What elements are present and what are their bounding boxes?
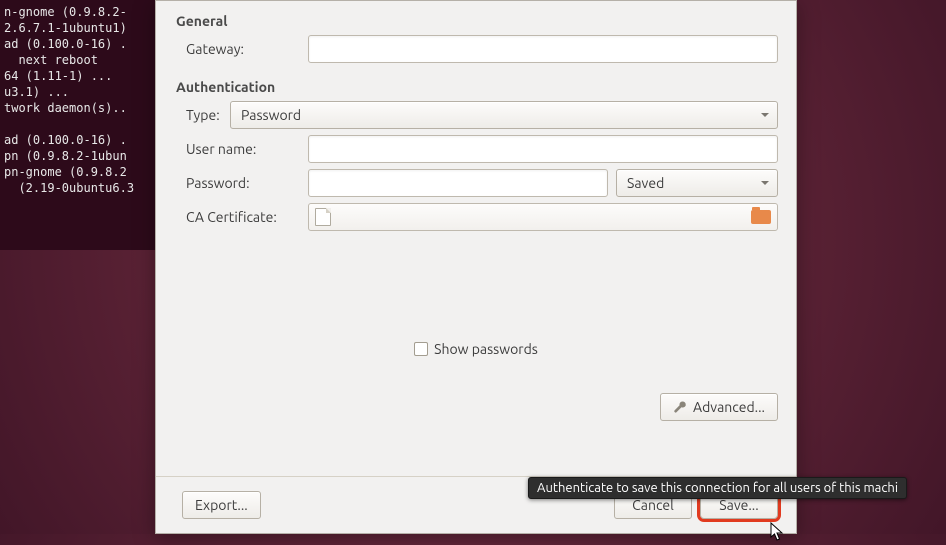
auth-type-combo[interactable]: Password xyxy=(230,101,778,129)
dialog-body: General Gateway: Authentication Type: Pa… xyxy=(156,1,796,476)
show-passwords-label: Show passwords xyxy=(434,341,538,357)
file-icon xyxy=(315,208,331,226)
row-cacert: CA Certificate: xyxy=(174,203,778,231)
section-title-auth: Authentication xyxy=(176,79,778,95)
terminal-fragment: n-gnome (0.9.8.2- 2.6.7.1-1ubuntu1) ad (… xyxy=(0,0,162,250)
gateway-input[interactable] xyxy=(308,35,778,63)
section-title-general: General xyxy=(176,13,778,29)
password-store-combo[interactable]: Saved xyxy=(616,169,778,197)
auth-type-value: Password xyxy=(241,107,301,123)
folder-open-icon xyxy=(751,210,771,224)
username-input[interactable] xyxy=(308,135,778,163)
mouse-cursor-icon xyxy=(770,522,786,542)
export-button[interactable]: Export... xyxy=(182,491,261,519)
username-label: User name: xyxy=(186,141,308,157)
type-label: Type: xyxy=(186,107,230,123)
wrench-icon xyxy=(673,400,687,414)
save-label: Save... xyxy=(719,497,758,513)
cacert-label: CA Certificate: xyxy=(186,209,308,225)
row-username: User name: xyxy=(174,135,778,163)
tooltip: Authenticate to save this connection for… xyxy=(528,477,907,499)
chevron-down-icon xyxy=(761,181,769,185)
password-store-value: Saved xyxy=(627,175,664,191)
vpn-settings-dialog: General Gateway: Authentication Type: Pa… xyxy=(155,0,797,534)
row-type: Type: Password xyxy=(174,101,778,129)
chevron-down-icon xyxy=(761,113,769,117)
show-passwords-checkbox[interactable] xyxy=(414,342,428,356)
row-advanced: Advanced... xyxy=(174,393,778,421)
cacert-filechooser[interactable] xyxy=(308,203,778,231)
cancel-label: Cancel xyxy=(632,497,674,513)
advanced-label: Advanced... xyxy=(693,399,765,415)
export-label: Export... xyxy=(195,497,248,513)
gateway-label: Gateway: xyxy=(186,41,308,57)
row-password: Password: Saved xyxy=(174,169,778,197)
advanced-button[interactable]: Advanced... xyxy=(660,393,778,421)
password-label: Password: xyxy=(186,175,308,191)
row-show-passwords: Show passwords xyxy=(174,341,778,357)
row-gateway: Gateway: xyxy=(174,35,778,63)
password-input[interactable] xyxy=(308,169,608,197)
